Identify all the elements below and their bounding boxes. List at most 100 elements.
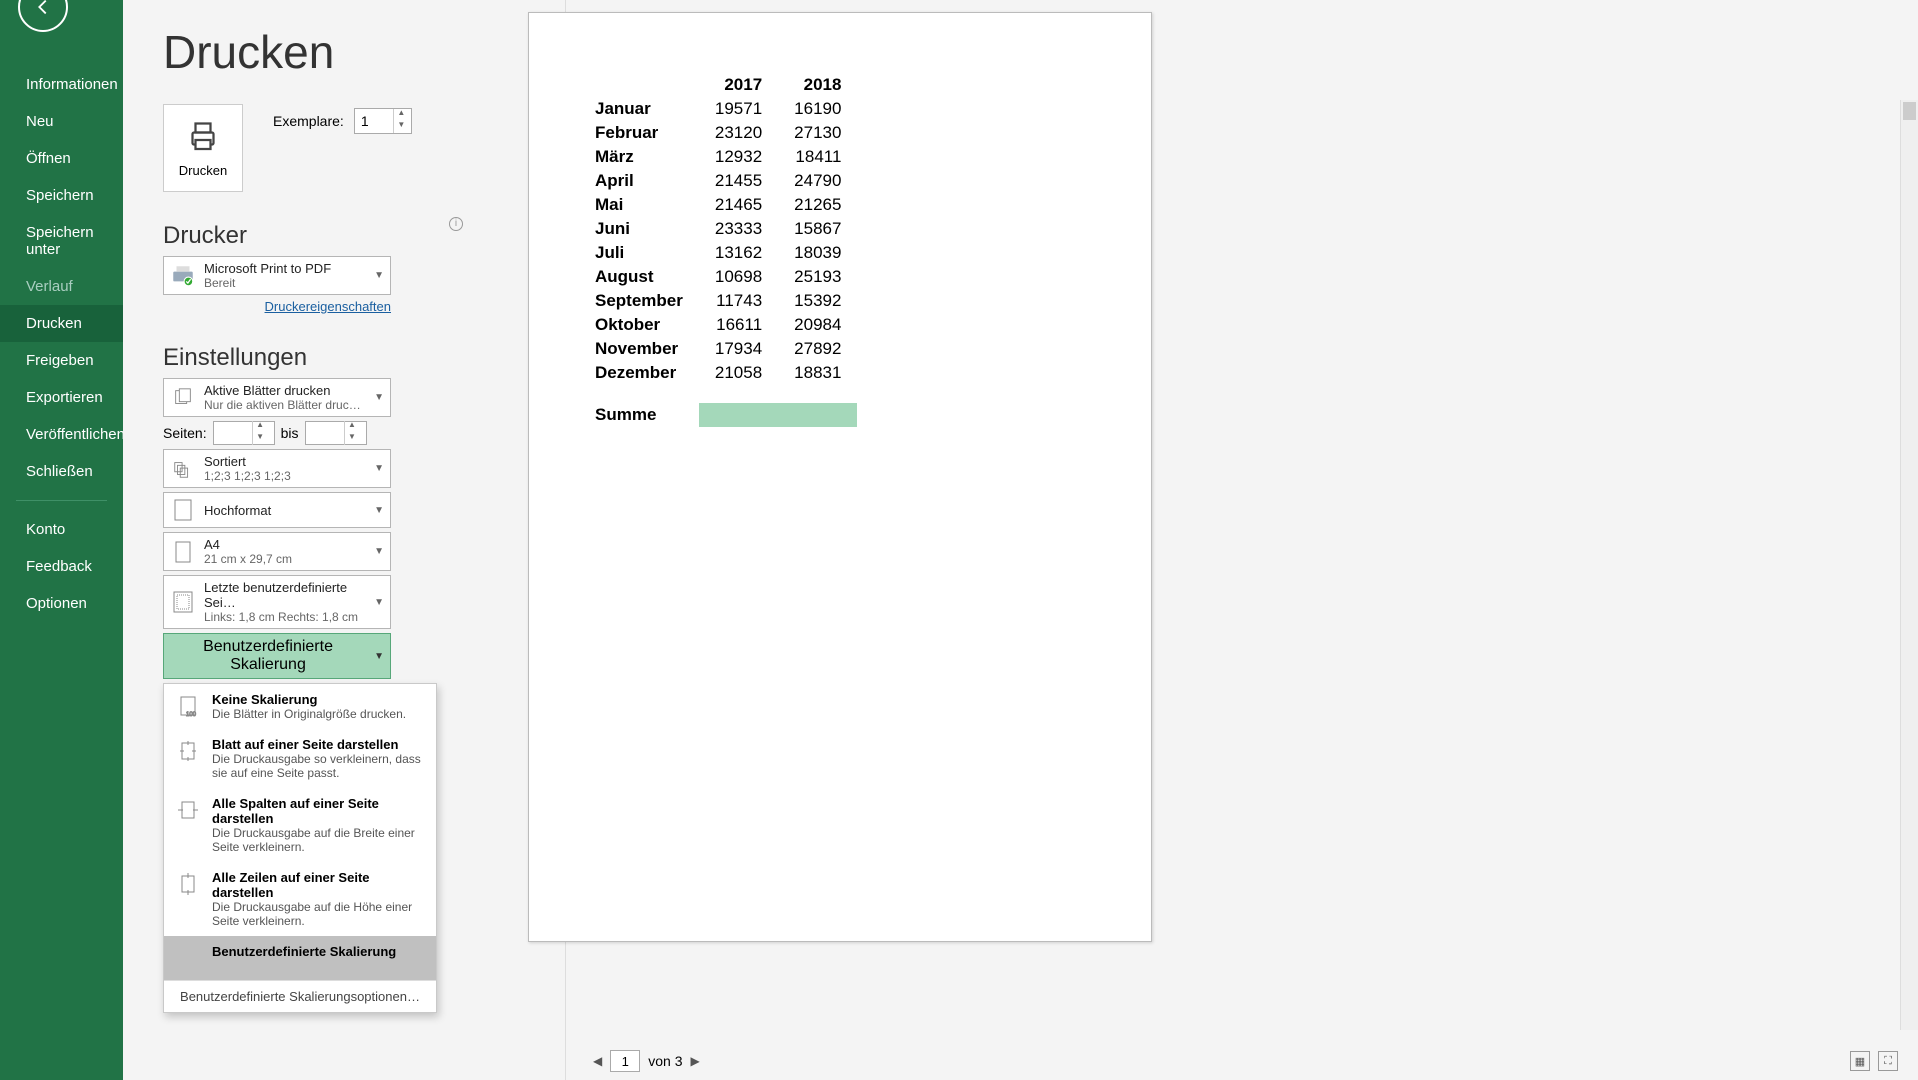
scaling-option-4[interactable]: Benutzerdefinierte Skalierung <box>164 936 436 980</box>
chevron-down-icon: ▼ <box>374 505 384 516</box>
page-from-input[interactable] <box>214 425 252 441</box>
info-icon[interactable]: i <box>449 217 463 231</box>
table-row: September1174315392 <box>579 289 857 313</box>
scaling-option-3[interactable]: Alle Zeilen auf einer Seite darstellenDi… <box>164 862 436 936</box>
prev-page-button[interactable]: ◀ <box>593 1054 602 1068</box>
sheets-icon <box>170 385 196 411</box>
main-area: Drucken Drucken Exemplare: ▲▼ Drucker i <box>123 0 1918 1080</box>
page-icon <box>170 539 196 565</box>
show-margins-button[interactable]: ▦ <box>1850 1051 1870 1071</box>
margins-select[interactable]: Letzte benutzerdefinierte Sei…Links: 1,8… <box>163 575 391 629</box>
zoom-to-page-button[interactable]: ⛶ <box>1878 1051 1898 1071</box>
spinner-down-icon[interactable]: ▼ <box>345 433 360 445</box>
spinner-down-icon[interactable]: ▼ <box>394 121 409 133</box>
sidebar-item-konto[interactable]: Konto <box>0 511 123 548</box>
sidebar-item-veröffentlichen[interactable]: Veröffentlichen <box>0 416 123 453</box>
scaling-option-icon <box>174 737 202 765</box>
margins-title: Letzte benutzerdefinierte Sei… <box>204 580 366 610</box>
print-scope-select[interactable]: Aktive Blätter drucken Nur die aktiven B… <box>163 378 391 417</box>
arrow-left-icon <box>32 0 54 18</box>
page-title: Drucken <box>163 25 463 79</box>
page-count-label: von 3 <box>648 1053 682 1069</box>
sidebar-item-informationen[interactable]: Informationen <box>0 66 123 103</box>
table-row: August1069825193 <box>579 265 857 289</box>
print-button[interactable]: Drucken <box>163 104 243 192</box>
printer-icon <box>185 119 221 155</box>
orientation-select[interactable]: Hochformat ▼ <box>163 492 391 528</box>
margins-sub: Links: 1,8 cm Rechts: 1,8 cm <box>204 610 366 624</box>
sidebar-divider <box>16 500 107 501</box>
scaling-option-sub: Die Druckausgabe auf die Breite einer Se… <box>212 826 426 854</box>
table-row: Juli1316218039 <box>579 241 857 265</box>
scaling-option-1[interactable]: Blatt auf einer Seite darstellenDie Druc… <box>164 729 436 788</box>
scaling-option-icon <box>174 796 202 824</box>
table-row: Oktober1661120984 <box>579 313 857 337</box>
collate-select[interactable]: Sortiert1;2;3 1;2;3 1;2;3 ▼ <box>163 449 391 488</box>
preview-scrollbar[interactable] <box>1900 100 1918 1030</box>
margins-toggle-icon: ▦ <box>1855 1055 1865 1068</box>
scaling-option-2[interactable]: Alle Spalten auf einer Seite darstellenD… <box>164 788 436 862</box>
sidebar-item-schließen[interactable]: Schließen <box>0 453 123 490</box>
sidebar-item-öffnen[interactable]: Öffnen <box>0 140 123 177</box>
table-row: März1293218411 <box>579 145 857 169</box>
paper-size-select[interactable]: A421 cm x 29,7 cm ▼ <box>163 532 391 571</box>
current-page-input[interactable] <box>610 1050 640 1072</box>
sidebar-item-verlauf: Verlauf <box>0 268 123 305</box>
sidebar-item-speichern-unter[interactable]: Speichern unter <box>0 214 123 268</box>
pages-label: Seiten: <box>163 425 207 441</box>
sidebar-item-neu[interactable]: Neu <box>0 103 123 140</box>
scaling-option-title: Blatt auf einer Seite darstellen <box>212 737 426 752</box>
print-scope-title: Aktive Blätter drucken <box>204 383 366 398</box>
scaling-option-title: Alle Zeilen auf einer Seite darstellen <box>212 870 426 900</box>
scaling-option-icon <box>174 944 202 972</box>
page-to-spinner[interactable]: ▲▼ <box>305 421 367 445</box>
print-preview-page: 20172018Januar1957116190Februar231202713… <box>528 12 1152 942</box>
next-page-button[interactable]: ▶ <box>690 1054 699 1068</box>
scaling-option-sub: Die Druckausgabe auf die Höhe einer Seit… <box>212 900 426 928</box>
print-scope-sub: Nur die aktiven Blätter druc… <box>204 398 366 412</box>
table-row: Dezember2105818831 <box>579 361 857 385</box>
page-from-spinner[interactable]: ▲▼ <box>213 421 275 445</box>
chevron-down-icon: ▼ <box>374 597 384 608</box>
scaling-select[interactable]: Benutzerdefinierte Skalierung ▼ <box>163 633 391 679</box>
margins-icon <box>170 589 196 615</box>
settings-heading: Einstellungen <box>163 344 463 372</box>
spinner-down-icon[interactable]: ▼ <box>253 433 268 445</box>
sidebar-item-exportieren[interactable]: Exportieren <box>0 379 123 416</box>
table-row: Juni2333315867 <box>579 217 857 241</box>
printer-heading: Drucker <box>163 222 247 250</box>
pages-to-label: bis <box>281 425 299 441</box>
sidebar-item-speichern[interactable]: Speichern <box>0 177 123 214</box>
scaling-dropdown-menu: 100 Keine SkalierungDie Blätter in Origin… <box>163 683 437 1013</box>
scaling-option-icon: 100 <box>174 692 202 720</box>
sidebar-item-freigeben[interactable]: Freigeben <box>0 342 123 379</box>
table-row: November1793427892 <box>579 337 857 361</box>
printer-device-icon <box>170 263 196 289</box>
chevron-down-icon: ▼ <box>374 463 384 474</box>
scaling-option-sub: Die Blätter in Originalgröße drucken. <box>212 707 406 721</box>
table-row: Februar2312027130 <box>579 121 857 145</box>
table-row: Mai2146521265 <box>579 193 857 217</box>
sidebar-item-feedback[interactable]: Feedback <box>0 548 123 585</box>
scaling-option-0[interactable]: 100 Keine SkalierungDie Blätter in Origin… <box>164 684 436 729</box>
copies-input[interactable] <box>355 113 393 129</box>
table-row: April2145524790 <box>579 169 857 193</box>
table-row: Januar1957116190 <box>579 97 857 121</box>
printer-properties-link[interactable]: Druckereigenschaften <box>163 299 391 314</box>
chevron-down-icon: ▼ <box>374 546 384 557</box>
copies-spinner[interactable]: ▲▼ <box>354 108 412 134</box>
page-to-input[interactable] <box>306 425 344 441</box>
scrollbar-thumb[interactable] <box>1903 102 1916 120</box>
printer-name: Microsoft Print to PDF <box>204 261 366 276</box>
sidebar-item-drucken[interactable]: Drucken <box>0 305 123 342</box>
back-button[interactable] <box>18 0 68 32</box>
printer-select[interactable]: Microsoft Print to PDF Bereit ▼ <box>163 256 391 295</box>
scaling-option-title: Alle Spalten auf einer Seite darstellen <box>212 796 426 826</box>
sidebar-item-optionen[interactable]: Optionen <box>0 585 123 622</box>
scaling-options-link[interactable]: Benutzerdefinierte Skalierungsoptionen… <box>164 980 436 1012</box>
scaling-option-icon <box>174 870 202 898</box>
svg-text:100: 100 <box>186 712 197 718</box>
scaling-option-title: Keine Skalierung <box>212 692 406 707</box>
collate-icon <box>170 456 196 482</box>
zoom-icon: ⛶ <box>1884 1055 1892 1068</box>
